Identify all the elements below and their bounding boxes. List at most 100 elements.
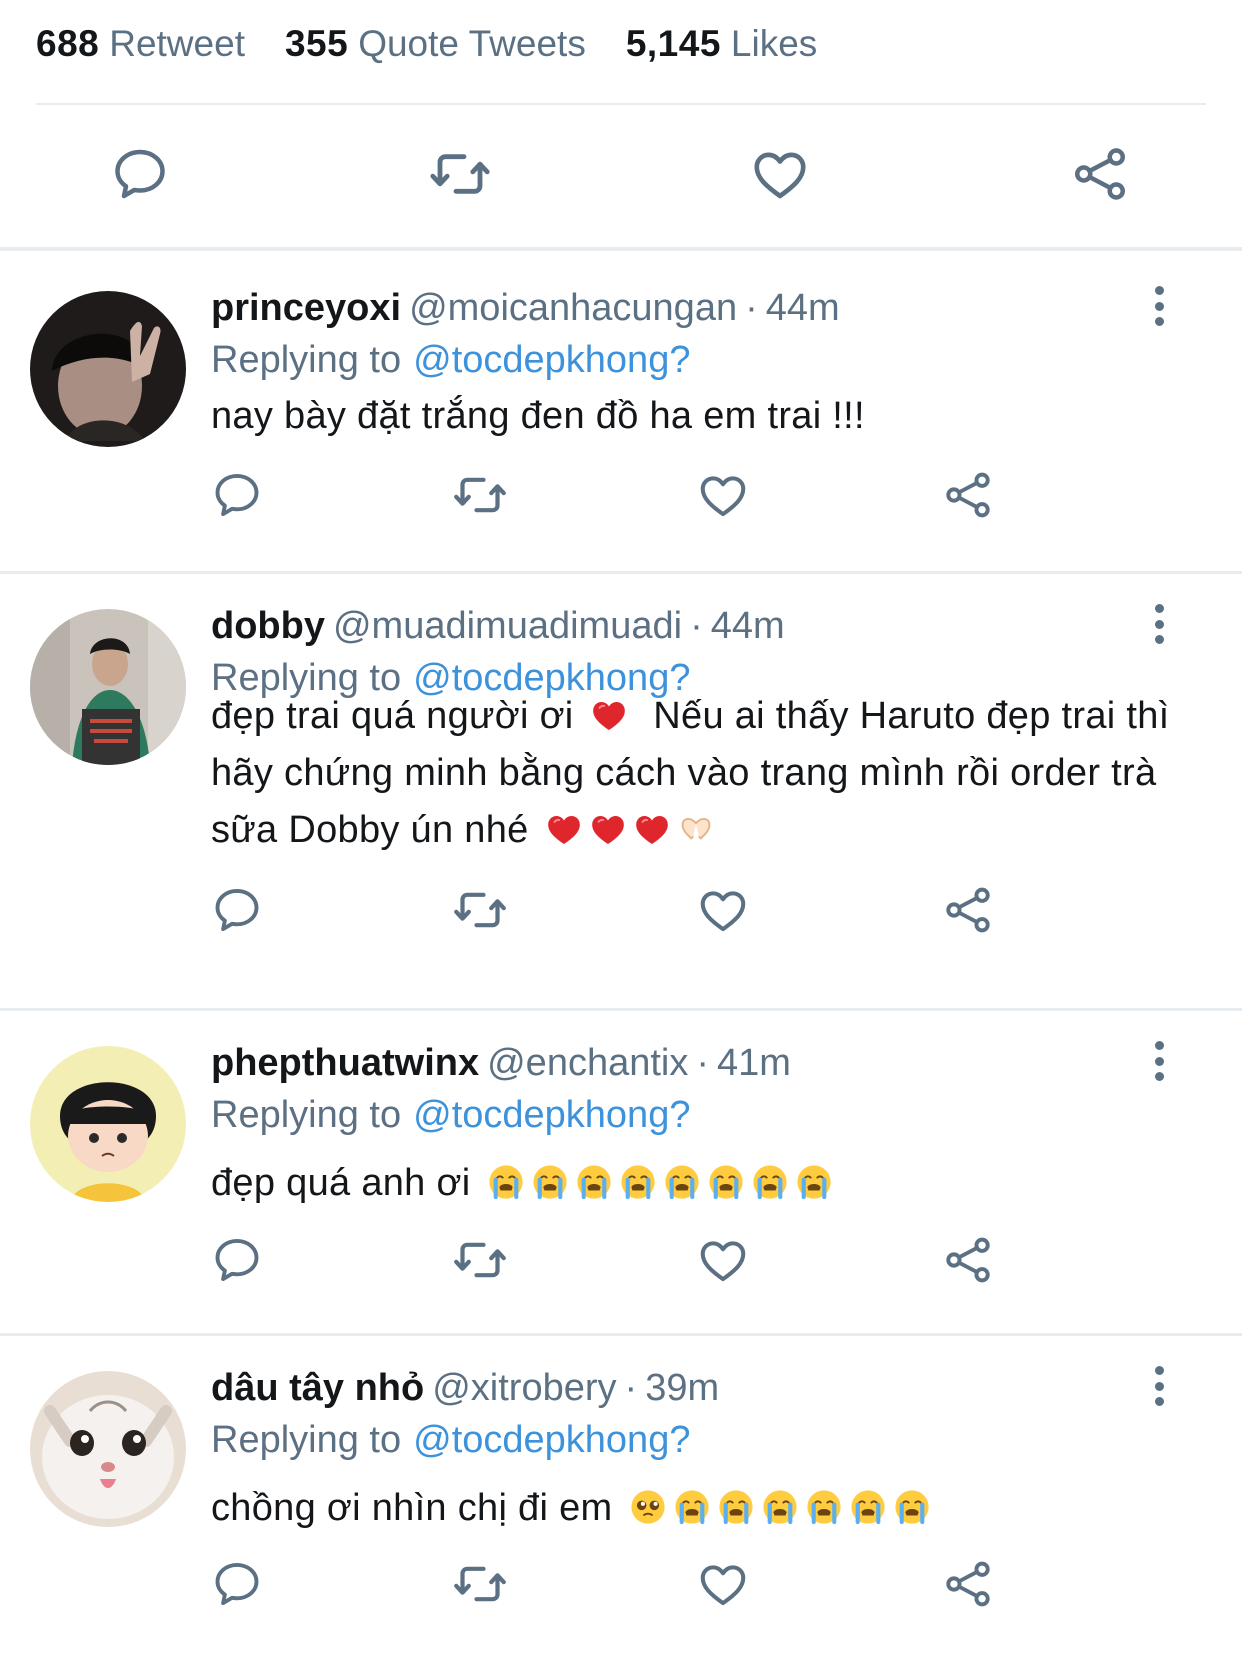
replying-to: Replying to @tocdepkhong?: [211, 1416, 690, 1464]
engagement-stats: 688 Retweet 355 Quote Tweets 5,145 Likes: [36, 14, 857, 74]
likes-count: 5,145: [625, 23, 721, 64]
loudly-crying-face-icon: [487, 1163, 525, 1201]
retweet-icon: [452, 882, 508, 938]
reply-tweet[interactable]: phepthuatwinx @enchantix · 41m Replying to @…: [0, 1011, 1242, 1336]
heart-icon: [696, 1233, 750, 1287]
reply-text: nay bày đặt trắng đen đồ ha em trai !!!: [211, 388, 1181, 445]
replying-to: Replying to @tocdepkhong?: [211, 336, 690, 384]
retweet-button[interactable]: [452, 1556, 508, 1612]
red-heart-icon: [545, 810, 583, 848]
avatar[interactable]: [30, 609, 186, 765]
loudly-crying-face-icon: [619, 1163, 657, 1201]
reply-tweet[interactable]: dobby @muadimuadimuadi · 44m Replying to @to…: [0, 574, 1242, 1011]
quote-tweets-count: 355: [284, 23, 349, 64]
display-name[interactable]: phepthuatwinx: [211, 1042, 479, 1084]
reply-button[interactable]: [209, 1232, 265, 1288]
like-button[interactable]: [748, 142, 812, 206]
heart-icon: [696, 883, 750, 937]
more-options-icon[interactable]: [1144, 1366, 1174, 1406]
timestamp[interactable]: 41m: [717, 1042, 791, 1084]
timestamp[interactable]: 39m: [645, 1367, 719, 1409]
avatar[interactable]: [30, 1046, 186, 1202]
username[interactable]: @enchantix: [487, 1042, 688, 1084]
loudly-crying-face-icon: [751, 1163, 789, 1201]
likes-stat[interactable]: 5,145 Likes: [626, 23, 817, 65]
more-options-icon[interactable]: [1144, 1041, 1174, 1081]
reply-button[interactable]: [108, 142, 172, 206]
likes-label: Likes: [730, 23, 818, 64]
speech-bubble-icon: [110, 144, 170, 204]
reply-text-content: chồng ơi nhìn chị đi em: [211, 1487, 613, 1529]
retweets-count: 688: [36, 23, 100, 64]
speech-bubble-icon: [211, 469, 263, 521]
reply-header: phepthuatwinx @enchantix · 41m: [211, 1042, 791, 1084]
username[interactable]: @moicanhacungan: [409, 287, 737, 329]
username[interactable]: @muadimuadimuadi: [333, 605, 682, 647]
share-button[interactable]: [940, 1232, 996, 1288]
timestamp[interactable]: 44m: [766, 287, 840, 329]
loudly-crying-face-icon: [849, 1488, 887, 1526]
replying-to-link[interactable]: @tocdepkhong?: [413, 1419, 690, 1461]
avatar[interactable]: [30, 291, 186, 447]
pleading-face-icon: [629, 1488, 667, 1526]
display-name[interactable]: dobby: [211, 605, 325, 647]
avatar[interactable]: [30, 1371, 186, 1527]
like-button[interactable]: [695, 1232, 751, 1288]
share-icon: [942, 884, 994, 936]
loudly-crying-face-icon: [761, 1488, 799, 1526]
retweet-icon: [452, 1556, 508, 1612]
reply-tweet[interactable]: dâu tây nhỏ @xitrobery · 39m Replying to @to…: [0, 1336, 1242, 1654]
like-button[interactable]: [695, 882, 751, 938]
replying-to-link[interactable]: @tocdepkhong?: [413, 1094, 690, 1136]
share-button[interactable]: [940, 467, 996, 523]
reply-tweet[interactable]: princeyoxi @moicanhacungan · 44m Replying t…: [0, 256, 1242, 574]
like-button[interactable]: [695, 467, 751, 523]
heart-hands-icon: [677, 810, 715, 848]
share-icon: [942, 1558, 994, 1610]
display-name[interactable]: dâu tây nhỏ: [211, 1367, 424, 1409]
loudly-crying-face-icon: [795, 1163, 833, 1201]
reply-button[interactable]: [209, 882, 265, 938]
retweet-button[interactable]: [452, 882, 508, 938]
retweet-button[interactable]: [452, 467, 508, 523]
loudly-crying-face-icon: [663, 1163, 701, 1201]
reply-header: princeyoxi @moicanhacungan · 44m: [211, 287, 840, 329]
red-heart-icon: [633, 810, 671, 848]
main-tweet-actions: [0, 130, 1242, 230]
retweet-button[interactable]: [428, 142, 492, 206]
username[interactable]: @xitrobery: [432, 1367, 616, 1409]
reply-text: đẹp quá anh ơi: [211, 1155, 1181, 1212]
share-icon: [942, 1234, 994, 1286]
reply-header: dâu tây nhỏ @xitrobery · 39m: [211, 1367, 720, 1409]
reply-actions: [0, 1232, 1242, 1292]
reply-button[interactable]: [209, 1556, 265, 1612]
share-button[interactable]: [940, 882, 996, 938]
more-options-icon[interactable]: [1144, 604, 1174, 644]
reply-text-content: đẹp quá anh ơi: [211, 1162, 471, 1204]
retweet-icon: [452, 467, 508, 523]
retweets-stat[interactable]: 688 Retweet: [36, 23, 245, 65]
reply-text: đẹp trai quá người ơi Nếu ai thấy Haruto…: [211, 688, 1181, 859]
loudly-crying-face-icon: [531, 1163, 569, 1201]
timestamp[interactable]: 44m: [711, 605, 785, 647]
like-button[interactable]: [695, 1556, 751, 1612]
share-icon: [942, 469, 994, 521]
display-name[interactable]: princeyoxi: [211, 287, 401, 329]
replying-to-link[interactable]: @tocdepkhong?: [413, 339, 690, 381]
loudly-crying-face-icon: [893, 1488, 931, 1526]
reply-actions: [0, 1556, 1242, 1616]
share-button[interactable]: [940, 1556, 996, 1612]
share-button[interactable]: [1068, 142, 1132, 206]
speech-bubble-icon: [211, 1558, 263, 1610]
more-options-icon[interactable]: [1144, 286, 1174, 326]
heart-icon: [696, 1557, 750, 1611]
reply-actions: [0, 467, 1242, 527]
quote-tweets-stat[interactable]: 355 Quote Tweets: [285, 23, 586, 65]
replying-to-label: Replying to: [211, 1419, 402, 1461]
stats-divider: [36, 103, 1206, 105]
heart-icon: [696, 468, 750, 522]
retweet-icon: [452, 1232, 508, 1288]
red-heart-icon: [590, 696, 628, 734]
reply-button[interactable]: [209, 467, 265, 523]
retweet-button[interactable]: [452, 1232, 508, 1288]
